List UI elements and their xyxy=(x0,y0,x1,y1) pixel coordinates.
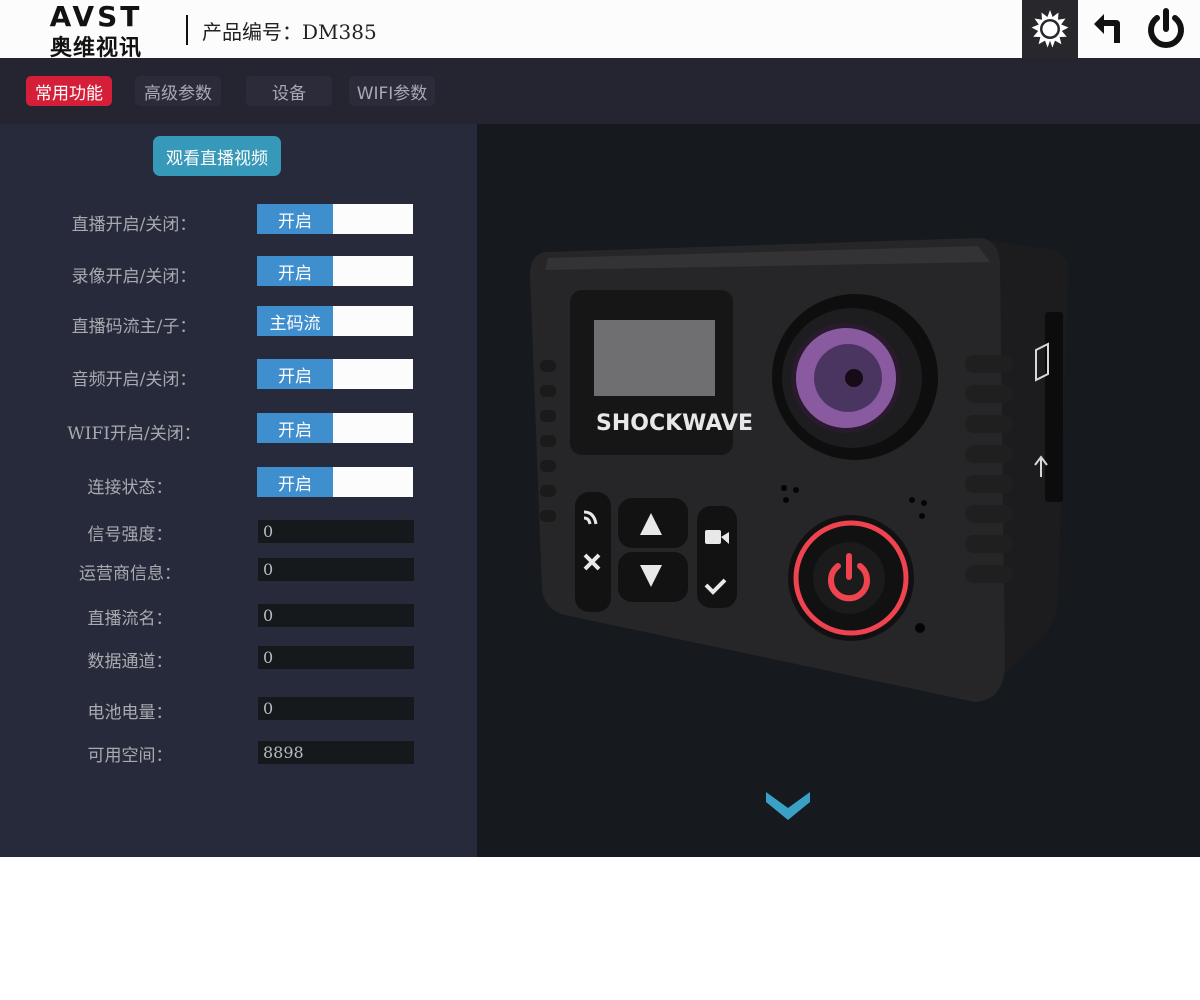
device-brand-text: SHOCKWAVE xyxy=(596,411,753,436)
action-camera-image: SHOCKWAVE xyxy=(530,238,1069,702)
chevron-down-icon[interactable] xyxy=(766,790,810,822)
